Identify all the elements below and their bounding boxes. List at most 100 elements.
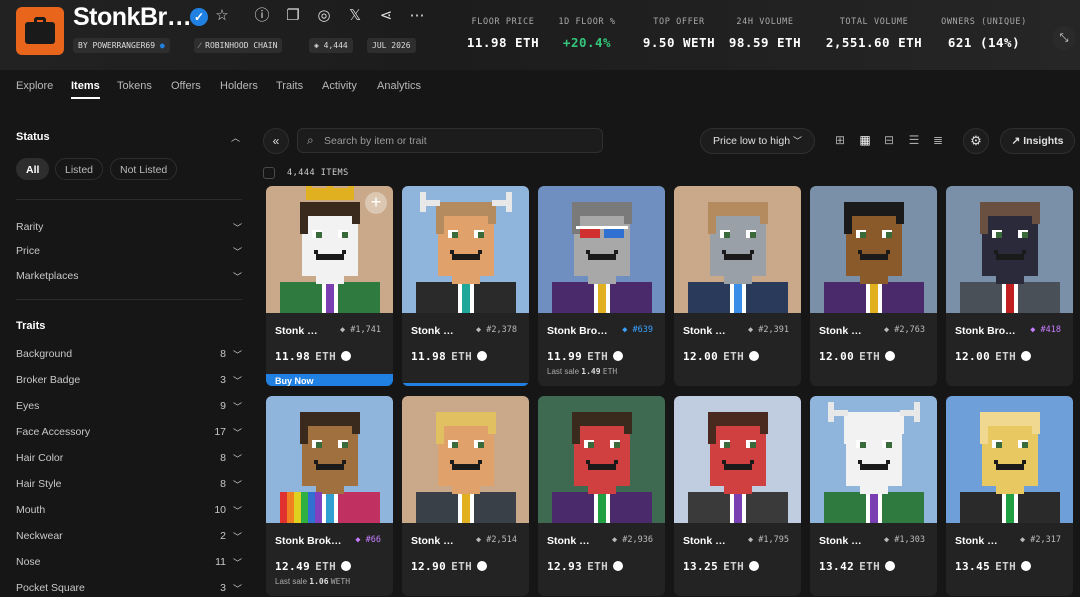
divider [16, 299, 242, 300]
trait-hair-color[interactable]: Hair Color 8 ﹀ [16, 452, 242, 464]
eth-icon [885, 351, 896, 361]
filter-rarity[interactable]: Rarity ﹀ [16, 221, 242, 233]
info-icon[interactable]: ⓘ [252, 6, 272, 26]
item-card[interactable]: Stonk … ◆ #1,795 13.25 ETH [674, 396, 801, 596]
item-price: 13.25 ETH [683, 560, 760, 573]
insights-button[interactable]: ↗ Insights [1000, 128, 1075, 154]
diamond-icon: ◆ [622, 325, 628, 335]
tab-offers[interactable]: Offers [171, 80, 201, 92]
share-icon[interactable]: ⋖ [376, 6, 396, 26]
tab-traits[interactable]: Traits [276, 80, 303, 92]
diamond-icon: ◆ [612, 535, 618, 545]
tab-activity[interactable]: Activity [322, 80, 357, 92]
diamond-icon: ◆ [884, 325, 890, 335]
filter-price[interactable]: Price ﹀ [16, 245, 242, 257]
status-title: Status [16, 131, 50, 143]
tab-explore[interactable]: Explore [16, 80, 53, 92]
item-image[interactable] [402, 186, 529, 313]
diamond-icon: ◆ [340, 325, 346, 335]
divider [16, 199, 242, 200]
item-card[interactable]: Stonk Brok… ◆ #66 12.49 ETH Last sale 1.06 W… [266, 396, 393, 596]
item-image[interactable] [266, 396, 393, 523]
buy-now-button[interactable]: Buy Now [266, 374, 393, 386]
grid-small-view-icon[interactable]: ⊟ [882, 133, 896, 147]
item-token-badge: ◆ #2,763 [884, 325, 925, 335]
trait-neckwear[interactable]: Neckwear 2 ﹀ [16, 530, 242, 542]
item-image[interactable] [674, 396, 801, 523]
collapse-icon[interactable]: ⤡ [1052, 26, 1076, 50]
item-image[interactable] [946, 396, 1073, 523]
tab-analytics[interactable]: Analytics [377, 80, 421, 92]
item-image[interactable] [538, 186, 665, 313]
item-card[interactable]: Stonk … ◆ #1,303 13.42 ETH [810, 396, 937, 596]
tab-tokens[interactable]: Tokens [117, 80, 152, 92]
eth-icon [613, 561, 624, 571]
star-icon[interactable]: ☆ [212, 6, 232, 26]
trait-broker-badge[interactable]: Broker Badge 3 ﹀ [16, 374, 242, 386]
item-name: Stonk … [411, 325, 454, 337]
stat-total-volume: TOTAL VOLUME 2,551.60 ETH [825, 17, 923, 50]
item-name: Stonk … [275, 325, 318, 337]
sort-dropdown[interactable]: Price low to high ﹀ [700, 128, 815, 154]
item-card[interactable]: + Stonk … ◆ #1,741 11.98 ETH Buy Now [266, 186, 393, 386]
x-twitter-icon[interactable]: 𝕏 [345, 6, 365, 26]
trait-mouth[interactable]: Mouth 10 ﹀ [16, 504, 242, 516]
item-image[interactable] [810, 396, 937, 523]
list-view-icon[interactable]: ☰ [907, 133, 921, 147]
item-card[interactable]: Stonk … ◆ #2,763 12.00 ETH [810, 186, 937, 386]
diamond-icon: ◆ [748, 535, 754, 545]
trait-face-accessory[interactable]: Face Accessory 17 ﹀ [16, 426, 242, 438]
item-price: 11.98 ETH [275, 350, 352, 363]
status-chip-not-listed[interactable]: Not Listed [110, 158, 178, 180]
status-chip-listed[interactable]: Listed [55, 158, 104, 180]
trend-icon: ↗ [1011, 135, 1021, 147]
item-image[interactable] [810, 186, 937, 313]
grid-medium-view-icon[interactable]: ▦ [858, 133, 872, 147]
trait-pocket-square[interactable]: Pocket Square 3 ﹀ [16, 582, 242, 594]
website-icon[interactable]: ◎ [314, 6, 334, 26]
filter-marketplaces[interactable]: Marketplaces ﹀ [16, 270, 242, 282]
add-to-cart-icon[interactable]: + [365, 192, 387, 214]
chevron-down-icon: ﹀ [232, 272, 242, 282]
item-card[interactable]: Stonk Bro… ◆ #639 11.99 ETH Last sale 1.49 E… [538, 186, 665, 386]
chain-pill[interactable]: ⁄ ROBINHOOD CHAIN [194, 38, 283, 53]
item-image[interactable] [674, 186, 801, 313]
select-all-checkbox[interactable] [263, 167, 275, 179]
collapse-sidebar-button[interactable]: « [263, 128, 289, 154]
collection-header: StonkBr… ✓ ☆ ⓘ ❐ ◎ 𝕏 ⋖ ⋯ BY POWERRANGER6… [0, 0, 1080, 70]
item-token-badge: ◆ #1,741 [340, 325, 381, 335]
tab-items[interactable]: Items [71, 80, 100, 99]
item-last-sale: Last sale 1.49 ETH [547, 367, 618, 376]
trait-nose[interactable]: Nose 11 ﹀ [16, 556, 242, 568]
item-image[interactable] [538, 396, 665, 523]
table-view-icon[interactable]: ≣ [931, 133, 945, 147]
diamond-icon: ◆ [1030, 325, 1036, 335]
chevron-up-icon[interactable]: ︿ [231, 131, 240, 144]
item-image[interactable] [402, 396, 529, 523]
copy-icon[interactable]: ❐ [283, 6, 303, 26]
item-card[interactable]: Stonk … ◆ #2,317 13.45 ETH [946, 396, 1073, 596]
item-card[interactable]: Stonk … ◆ #2,391 12.00 ETH [674, 186, 801, 386]
trait-eyes[interactable]: Eyes 9 ﹀ [16, 400, 242, 412]
item-card[interactable]: Stonk … ◆ #2,514 12.90 ETH [402, 396, 529, 596]
item-card[interactable]: Stonk Bro… ◆ #418 12.00 ETH [946, 186, 1073, 386]
item-token-badge: ◆ #2,317 [1020, 535, 1061, 545]
item-image[interactable] [946, 186, 1073, 313]
grid-large-view-icon[interactable]: ⊞ [833, 133, 847, 147]
settings-gear-icon[interactable]: ⚙ [963, 128, 989, 154]
creator-pill[interactable]: BY POWERRANGER69 ● [73, 38, 170, 53]
item-price: 12.49 ETH [275, 560, 352, 573]
tab-holders[interactable]: Holders [220, 80, 258, 92]
search-icon: ⌕ [307, 133, 314, 147]
item-token-badge: ◆ #66 [355, 535, 381, 545]
more-options-icon[interactable]: ⋯ [407, 6, 427, 26]
search-input[interactable] [324, 129, 594, 152]
trait-background[interactable]: Background 8 ﹀ [16, 348, 242, 360]
item-card[interactable]: Stonk … ◆ #2,378 11.98 ETH [402, 186, 529, 386]
trait-hair-style[interactable]: Hair Style 8 ﹀ [16, 478, 242, 490]
supply-pill: ◈ 4,444 [309, 38, 353, 53]
status-chip-all[interactable]: All [16, 158, 50, 180]
collection-title: StonkBr… [73, 3, 192, 31]
item-name: Stonk … [955, 535, 998, 547]
item-card[interactable]: Stonk … ◆ #2,936 12.93 ETH [538, 396, 665, 596]
